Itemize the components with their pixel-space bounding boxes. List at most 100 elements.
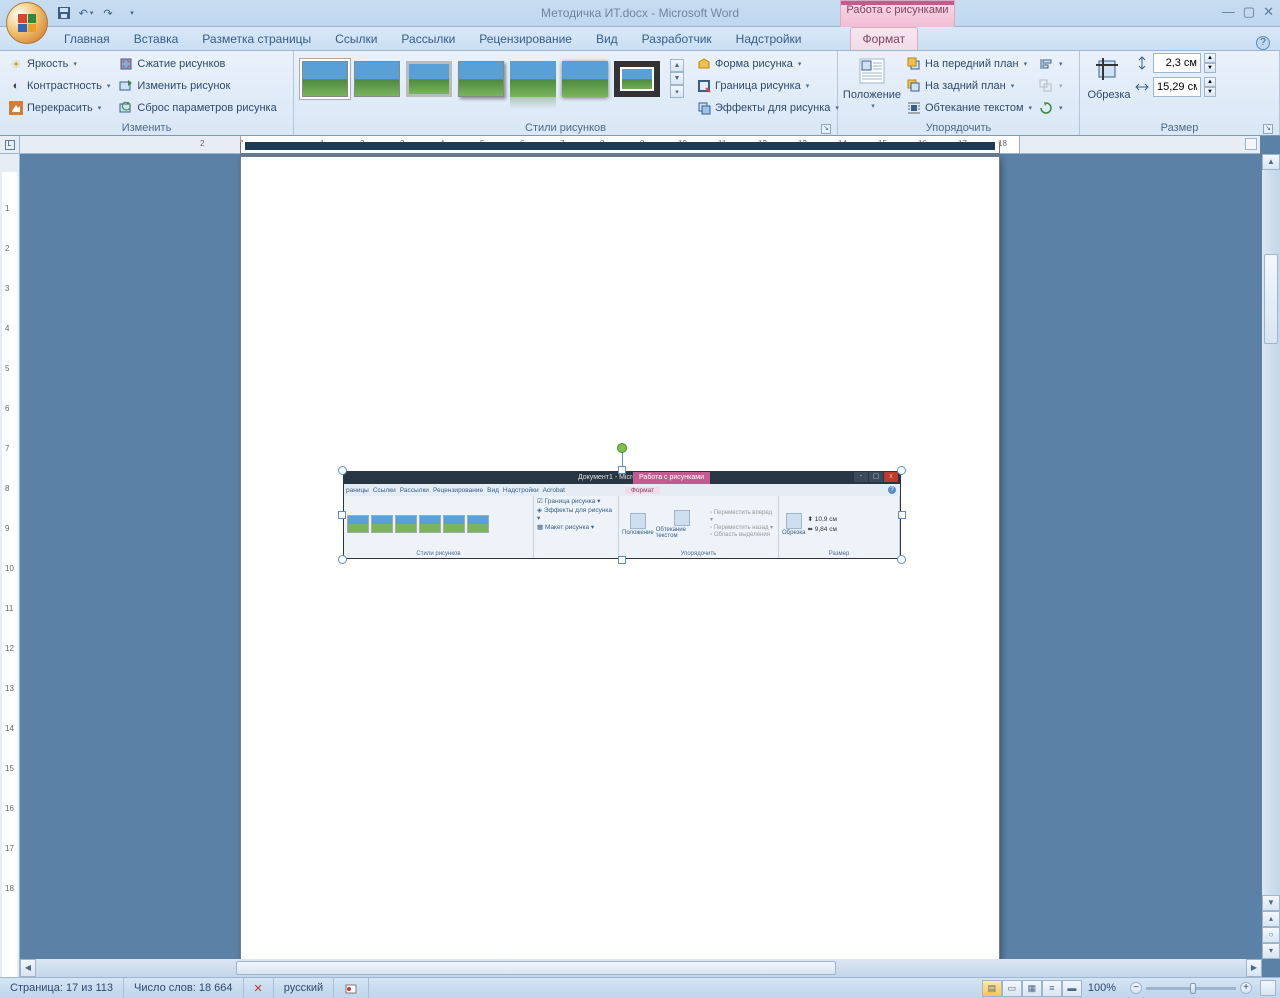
zoom-out-icon[interactable]: −: [1130, 982, 1142, 994]
qat-customize-icon[interactable]: ▾: [123, 4, 141, 22]
compress-pictures-button[interactable]: Сжатие рисунков: [114, 53, 280, 75]
style-thumb[interactable]: [354, 61, 400, 97]
tab-view[interactable]: Вид: [584, 28, 630, 50]
reset-picture-button[interactable]: Сброс параметров рисунка: [114, 97, 280, 119]
office-button[interactable]: [6, 2, 48, 44]
word-count-status[interactable]: Число слов: 18 664: [124, 978, 243, 998]
undo-icon[interactable]: ↶▾: [77, 4, 95, 22]
picture-border-button[interactable]: Граница рисунка▾: [692, 75, 843, 97]
resize-handle-sw[interactable]: [338, 555, 347, 564]
style-thumb[interactable]: [510, 61, 556, 97]
draft-view-icon[interactable]: ▬: [1062, 980, 1082, 997]
tab-format[interactable]: Формат: [850, 27, 919, 50]
gallery-more-icon[interactable]: ▾: [670, 85, 684, 98]
macro-status[interactable]: [334, 978, 369, 998]
scroll-left-icon[interactable]: ◀: [20, 959, 36, 977]
scroll-right-icon[interactable]: ▶: [1246, 959, 1262, 977]
help-icon[interactable]: ?: [1256, 36, 1270, 50]
gallery-up-icon[interactable]: ▲: [670, 59, 684, 72]
scroll-thumb-h[interactable]: [236, 961, 836, 975]
resize-handle-s[interactable]: [618, 556, 626, 564]
style-thumb[interactable]: [562, 61, 608, 97]
resize-handle-se[interactable]: [897, 555, 906, 564]
change-picture-button[interactable]: Изменить рисунок: [114, 75, 280, 97]
text-wrapping-button[interactable]: Обтекание текстом▾: [902, 97, 1036, 119]
contrast-button[interactable]: ◐Контрастность▾: [4, 75, 114, 97]
tab-references[interactable]: Ссылки: [323, 28, 389, 50]
vertical-scrollbar[interactable]: ▲ ▼ ▴ ○ ▾: [1262, 154, 1280, 959]
brightness-button[interactable]: ☀Яркость▾: [4, 53, 114, 75]
gallery-scroll: ▲ ▼ ▾: [670, 59, 684, 98]
dialog-launcher-icon[interactable]: ↘: [1263, 124, 1273, 134]
recolor-button[interactable]: Перекрасить▾: [4, 97, 114, 119]
picture-shape-button[interactable]: Форма рисунка▾: [692, 53, 843, 75]
rotate-button[interactable]: ▾: [1036, 97, 1065, 119]
browse-object-icon[interactable]: ○: [1262, 927, 1280, 943]
width-spinner[interactable]: ▲▼: [1204, 77, 1216, 97]
restore-icon[interactable]: ▢: [1243, 4, 1255, 20]
picture-effects-button[interactable]: Эффекты для рисунка▾: [692, 97, 843, 119]
group-button[interactable]: ▾: [1036, 75, 1065, 97]
resize-handle-w[interactable]: [338, 511, 346, 519]
outline-view-icon[interactable]: ≡: [1042, 980, 1062, 997]
width-input[interactable]: [1153, 77, 1201, 97]
document-area: L 2 1 1 2 3 4 5 6 7 8 9 10 11 12 13 14 1…: [0, 136, 1280, 977]
ribbon: ☀Яркость▾ ◐Контрастность▾ Перекрасить▾ С…: [0, 51, 1280, 136]
resize-handle-ne[interactable]: [897, 466, 906, 475]
minimize-icon[interactable]: —: [1222, 4, 1235, 20]
macro-record-icon: [344, 981, 358, 995]
bring-to-front-button[interactable]: На передний план▾: [902, 53, 1036, 75]
dialog-launcher-icon[interactable]: ↘: [821, 124, 831, 134]
resize-handle-nw[interactable]: [338, 466, 347, 475]
redo-icon[interactable]: ↷: [99, 4, 117, 22]
selected-picture[interactable]: Документ1 - Microsoft Word Работа с рису…: [343, 471, 901, 559]
zoom-knob[interactable]: [1190, 983, 1196, 994]
resize-grip-icon[interactable]: [1260, 980, 1276, 996]
zoom-track[interactable]: [1146, 987, 1236, 990]
tab-review[interactable]: Рецензирование: [467, 28, 584, 50]
compress-icon: [118, 56, 134, 72]
contrast-icon: ◐: [8, 78, 24, 94]
prev-page-icon[interactable]: ▴: [1262, 911, 1280, 927]
scroll-up-icon[interactable]: ▲: [1262, 154, 1280, 170]
position-button[interactable]: Положение▾: [842, 53, 902, 115]
zoom-level[interactable]: 100%: [1082, 982, 1122, 994]
style-thumb[interactable]: [614, 61, 660, 97]
print-layout-view-icon[interactable]: ▤: [982, 980, 1002, 997]
resize-handle-n[interactable]: [618, 466, 626, 474]
send-to-back-button[interactable]: На задний план▾: [902, 75, 1036, 97]
language-status[interactable]: русский: [274, 978, 334, 998]
tab-mailings[interactable]: Рассылки: [389, 28, 467, 50]
style-thumb[interactable]: [302, 61, 348, 97]
crop-button[interactable]: Обрезка: [1084, 53, 1134, 103]
document-page[interactable]: Документ1 - Microsoft Word Работа с рису…: [240, 156, 1000, 977]
style-thumb[interactable]: [406, 61, 452, 97]
save-icon[interactable]: [55, 4, 73, 22]
picture-styles-gallery: ▲ ▼ ▾: [298, 53, 688, 104]
horizontal-scrollbar[interactable]: ◀ ▶: [20, 959, 1262, 977]
tab-developer[interactable]: Разработчик: [630, 28, 724, 50]
web-layout-view-icon[interactable]: ▦: [1022, 980, 1042, 997]
tab-addins[interactable]: Надстройки: [724, 28, 814, 50]
resize-handle-e[interactable]: [898, 511, 906, 519]
close-icon[interactable]: ✕: [1263, 4, 1274, 20]
full-screen-view-icon[interactable]: ▭: [1002, 980, 1022, 997]
align-button[interactable]: ▾: [1036, 53, 1065, 75]
height-spinner[interactable]: ▲▼: [1204, 53, 1216, 73]
gallery-down-icon[interactable]: ▼: [670, 72, 684, 85]
vertical-ruler[interactable]: 1 2 3 4 5 6 7 8 9 10 11 12 13 14 15 16 1…: [0, 154, 20, 977]
tab-page-layout[interactable]: Разметка страницы: [190, 28, 323, 50]
scroll-down-icon[interactable]: ▼: [1262, 895, 1280, 911]
next-page-icon[interactable]: ▾: [1262, 943, 1280, 959]
scroll-thumb[interactable]: [1264, 254, 1278, 344]
height-input[interactable]: [1153, 53, 1201, 73]
proofing-status[interactable]: ✕: [244, 978, 274, 998]
rotate-handle[interactable]: [617, 443, 627, 453]
tab-selector[interactable]: L: [0, 136, 20, 154]
ruler-toggle[interactable]: [1245, 138, 1257, 150]
style-thumb[interactable]: [458, 61, 504, 97]
zoom-in-icon[interactable]: +: [1240, 982, 1252, 994]
tab-insert[interactable]: Вставка: [122, 28, 191, 50]
tab-home[interactable]: Главная: [52, 28, 122, 50]
page-number-status[interactable]: Страница: 17 из 113: [0, 978, 124, 998]
